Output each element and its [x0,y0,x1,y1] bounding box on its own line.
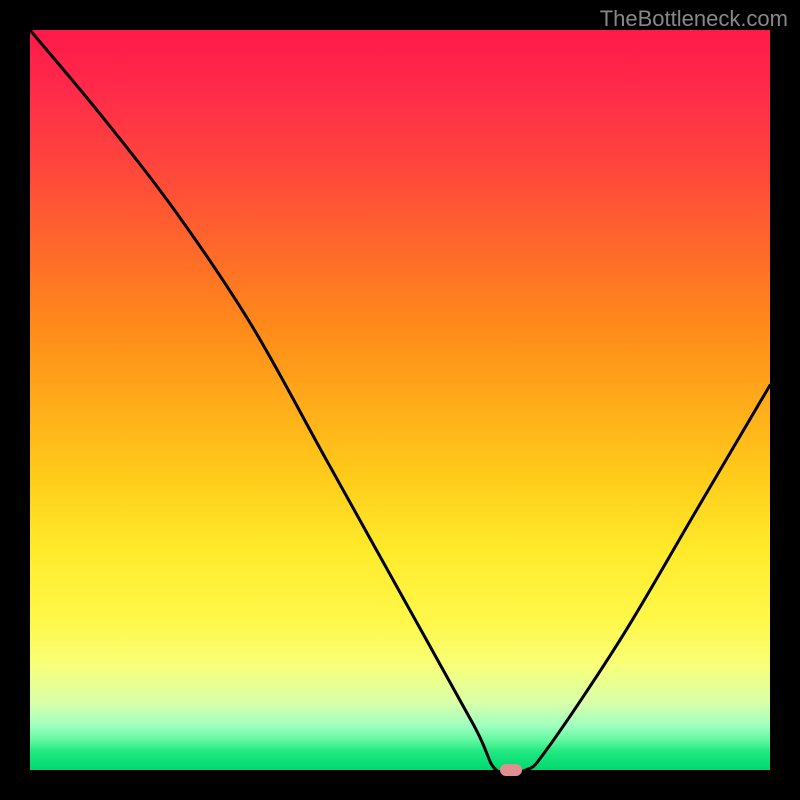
bottleneck-curve-path [30,30,770,770]
chart-container: TheBottleneck.com [0,0,800,800]
watermark-text: TheBottleneck.com [600,6,788,32]
curve-svg [30,30,770,770]
plot-area [30,30,770,770]
optimal-marker [500,764,522,776]
